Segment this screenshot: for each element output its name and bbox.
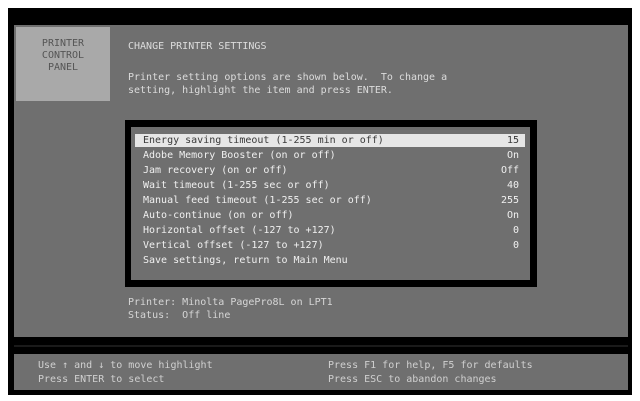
help-text-navigation: Use ↑ and ↓ to move highlight	[38, 360, 213, 371]
help-text-escape: Press ESC to abandon changes	[328, 374, 497, 385]
instruction-line: setting, highlight the item and press EN…	[128, 85, 393, 96]
menu-item-horizontal-offset[interactable]: Horizontal offset (-127 to +127) 0	[135, 224, 525, 237]
menu-item-value: 255	[500, 195, 519, 206]
menu-item-value: 15	[506, 135, 519, 146]
menu-item-value: 40	[506, 180, 519, 191]
logo-line: CONTROL	[41, 50, 85, 61]
menu-item-value: 0	[512, 240, 519, 251]
menu-item-label: Jam recovery (on or off)	[143, 165, 288, 176]
help-text-select: Press ENTER to select	[38, 374, 165, 385]
menu-item-jam-recovery[interactable]: Jam recovery (on or off) Off	[135, 164, 525, 177]
printer-control-panel-logo: PRINTER CONTROL PANEL	[16, 27, 110, 101]
printer-status: Printer: Minolta PagePro8L on LPT1 Statu…	[128, 296, 333, 322]
logo-line: PANEL	[47, 62, 79, 73]
menu-item-vertical-offset[interactable]: Vertical offset (-127 to +127) 0	[135, 239, 525, 252]
menu-item-label: Wait timeout (1-255 sec or off)	[143, 180, 330, 191]
instruction-line: Printer setting options are shown below.…	[128, 72, 448, 83]
menu-item-adobe-memory-booster[interactable]: Adobe Memory Booster (on or off) On	[135, 149, 525, 162]
menu-item-label: Vertical offset (-127 to +127)	[143, 240, 324, 251]
menu-item-label: Auto-continue (on or off)	[143, 210, 294, 221]
menu-item-value: On	[506, 150, 519, 161]
menu-item-label: Horizontal offset (-127 to +127)	[143, 225, 336, 236]
menu-item-value: Off	[500, 165, 519, 176]
menu-item-auto-continue[interactable]: Auto-continue (on or off) On	[135, 209, 525, 222]
divider	[14, 345, 628, 347]
instructions: Printer setting options are shown below.…	[128, 71, 588, 97]
menu-item-value: 0	[512, 225, 519, 236]
menu-item-label: Adobe Memory Booster (on or off)	[143, 150, 336, 161]
menu-item-value: On	[506, 210, 519, 221]
printer-name: Printer: Minolta PagePro8L on LPT1	[128, 297, 333, 308]
menu-item-wait-timeout[interactable]: Wait timeout (1-255 sec or off) 40	[135, 179, 525, 192]
menu-item-label: Save settings, return to Main Menu	[143, 255, 348, 266]
menu-item-label: Energy saving timeout (1-255 min or off)	[143, 135, 384, 146]
menu-item-label: Manual feed timeout (1-255 sec or off)	[143, 195, 372, 206]
printer-state: Status: Off line	[128, 310, 231, 321]
menu-item-save-settings[interactable]: Save settings, return to Main Menu	[135, 254, 525, 267]
menu-item-energy-saving-timeout[interactable]: Energy saving timeout (1-255 min or off)…	[135, 134, 525, 147]
help-text-function-keys: Press F1 for help, F5 for defaults	[328, 360, 533, 371]
page-title: CHANGE PRINTER SETTINGS	[128, 41, 267, 52]
logo-line: PRINTER	[41, 38, 85, 49]
menu-item-manual-feed-timeout[interactable]: Manual feed timeout (1-255 sec or off) 2…	[135, 194, 525, 207]
